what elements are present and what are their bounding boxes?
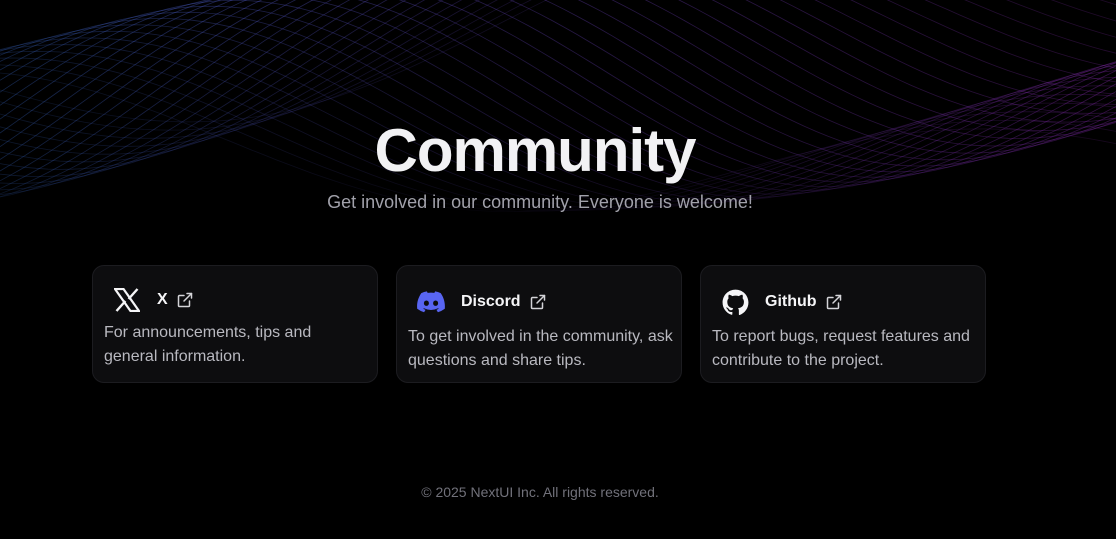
- github-icon: [719, 288, 751, 316]
- external-link-icon: [177, 292, 193, 308]
- external-link-icon: [530, 294, 546, 310]
- card-header: Github: [719, 288, 842, 316]
- card-description: To get involved in the community, ask qu…: [408, 328, 673, 369]
- card-header: Discord: [415, 288, 546, 316]
- card-title: Discord: [461, 293, 521, 310]
- background-wave-line: [0, 0, 1116, 123]
- community-card-x[interactable]: X For announcements, tips and general in…: [92, 265, 378, 383]
- discord-icon: [415, 288, 447, 316]
- x-logo-icon: [111, 286, 143, 314]
- card-title-link[interactable]: X: [157, 291, 193, 309]
- external-link-icon: [826, 294, 842, 310]
- card-title-link[interactable]: Github: [765, 293, 842, 311]
- card-description: For announcements, tips and general info…: [104, 324, 312, 365]
- footer-copyright: © 2025 NextUI Inc. All rights reserved.: [421, 484, 659, 500]
- card-title: X: [157, 291, 168, 308]
- card-header: X: [111, 286, 193, 314]
- card-title: Github: [765, 293, 817, 310]
- card-description: To report bugs, request features and con…: [712, 328, 970, 369]
- community-page: Community Get involved in our community.…: [0, 0, 1116, 539]
- page-title: Community: [374, 117, 697, 184]
- card-title-link[interactable]: Discord: [461, 293, 546, 311]
- background-wave-line: [0, 0, 1116, 131]
- community-card-github[interactable]: Github To report bugs, request features …: [700, 265, 986, 383]
- page-subtitle: Get involved in our community. Everyone …: [327, 192, 753, 212]
- community-card-discord[interactable]: Discord To get involved in the community…: [396, 265, 682, 383]
